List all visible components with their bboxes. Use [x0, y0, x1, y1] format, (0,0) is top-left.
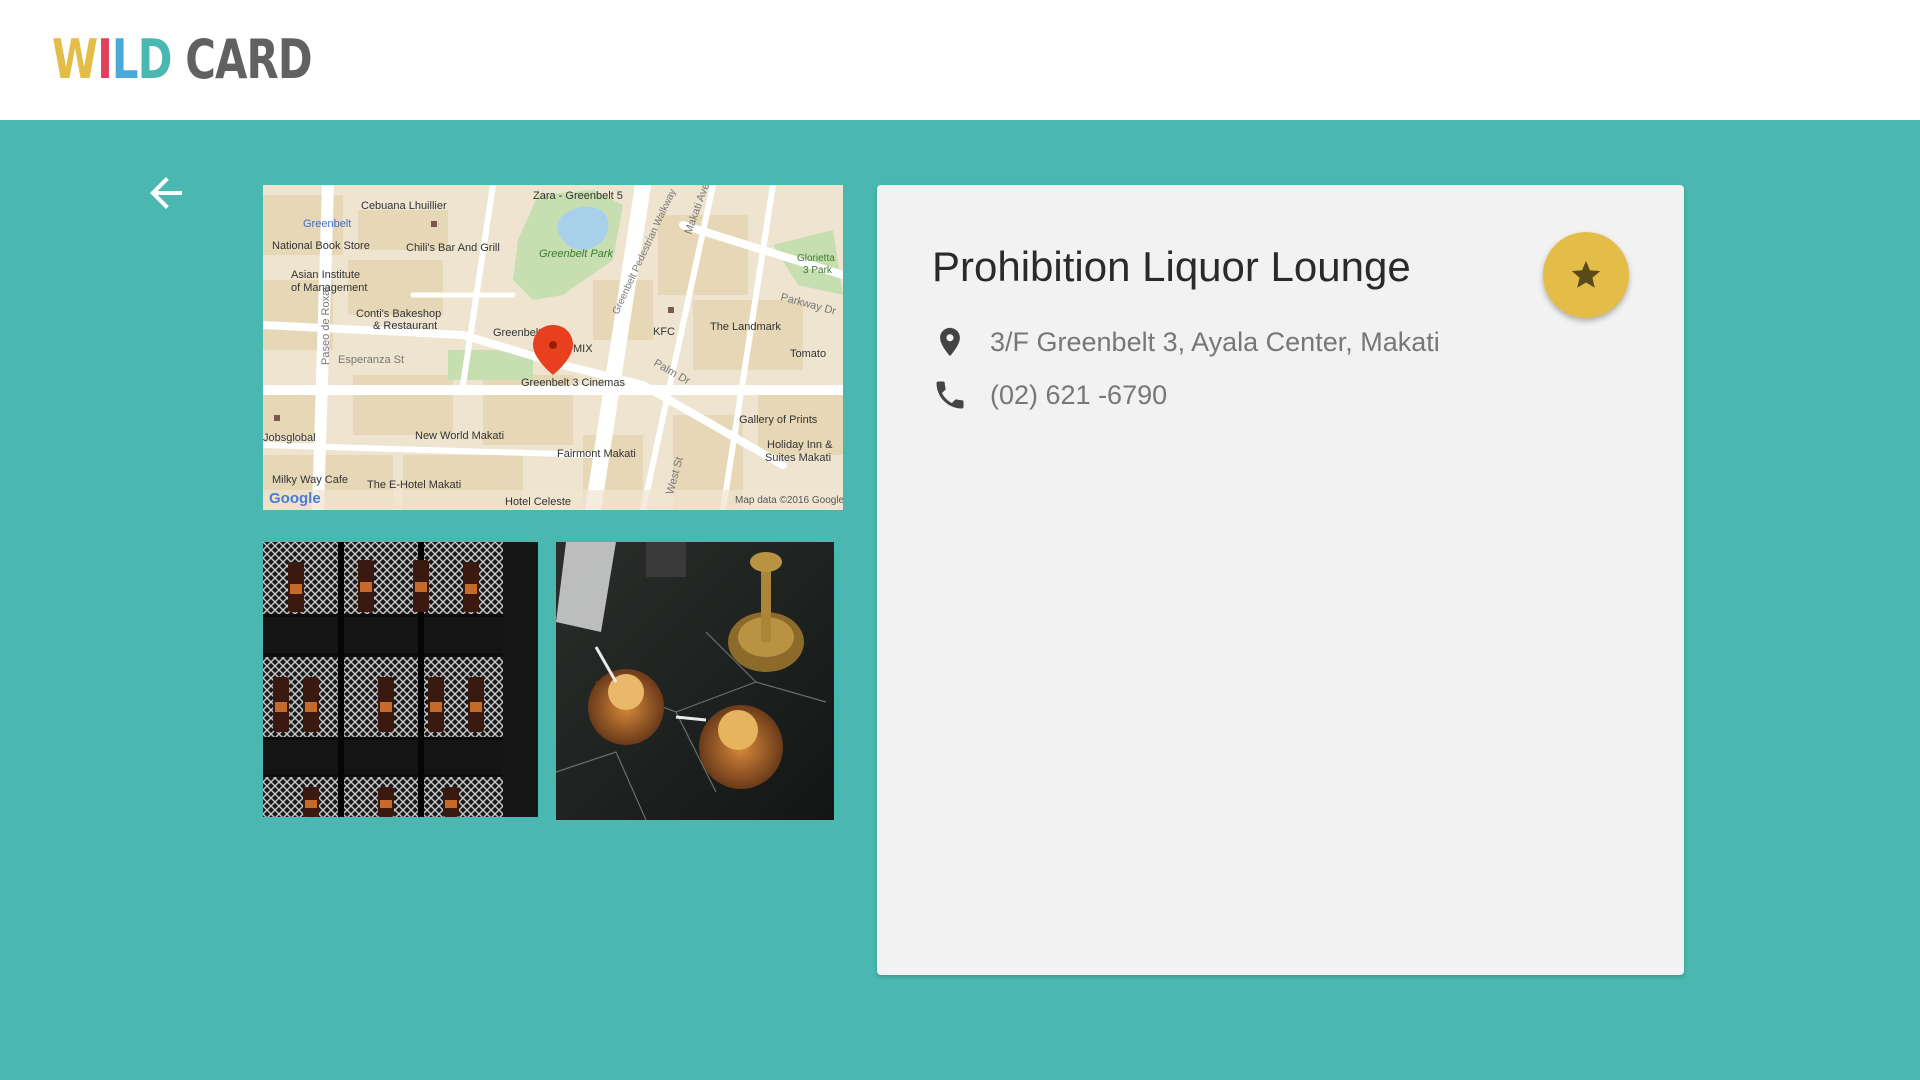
phone-row[interactable]: (02) 621 -6790 [932, 375, 1167, 415]
svg-text:Milky Way Cafe: Milky Way Cafe [272, 474, 348, 486]
map-canvas: Cebuana Lhuillier Zara - Greenbelt 5 Gre… [263, 185, 843, 510]
venue-detail-card: Prohibition Liquor Lounge 3/F Greenbelt … [877, 185, 1684, 975]
svg-text:National Book Store: National Book Store [272, 240, 370, 252]
svg-text:Conti's Bakeshop: Conti's Bakeshop [356, 308, 441, 320]
logo-letter: W [52, 28, 98, 91]
app-header: WILD CARD [0, 0, 1920, 120]
wildcard-logo[interactable]: WILD CARD [52, 24, 313, 96]
svg-text:Map data ©2016 Google: Map data ©2016 Google [735, 495, 843, 506]
svg-text:MIX: MIX [573, 343, 593, 355]
star-icon [1571, 260, 1601, 288]
location-pin-icon [932, 322, 968, 362]
svg-text:Holiday Inn &: Holiday Inn & [767, 439, 833, 451]
cocktails-image [556, 542, 834, 820]
arrow-left-icon [150, 177, 182, 209]
venue-address: 3/F Greenbelt 3, Ayala Center, Makati [990, 326, 1440, 357]
logo-letter: L [111, 28, 139, 91]
svg-text:Google: Google [269, 490, 321, 507]
logo-letter: C [185, 28, 216, 91]
svg-text:Greenbelt Park: Greenbelt Park [539, 248, 613, 260]
location-map[interactable]: Cebuana Lhuillier Zara - Greenbelt 5 Gre… [263, 185, 843, 510]
svg-text:Esperanza St: Esperanza St [338, 354, 404, 366]
svg-text:Paseo de Roxas: Paseo de Roxas [320, 284, 332, 365]
logo-letter: I [97, 28, 113, 91]
svg-text:Chili's Bar And Grill: Chili's Bar And Grill [406, 242, 500, 254]
bottles-display-photo[interactable] [263, 542, 538, 817]
svg-text:Gallery of Prints: Gallery of Prints [739, 414, 818, 426]
svg-text:Tomato: Tomato [790, 348, 826, 360]
svg-text:Suites Makati: Suites Makati [765, 452, 831, 464]
svg-text:Zara - Greenbelt 5: Zara - Greenbelt 5 [533, 190, 623, 202]
svg-text:New World Makati: New World Makati [415, 430, 504, 442]
svg-text:Glorietta: Glorietta [797, 253, 835, 264]
bottles-image [263, 542, 538, 817]
svg-text:& Restaurant: & Restaurant [373, 320, 437, 332]
phone-icon [932, 375, 968, 415]
svg-text:Hotel Celeste: Hotel Celeste [505, 496, 571, 508]
cocktails-photo[interactable] [556, 542, 834, 820]
svg-text:KFC: KFC [653, 326, 675, 338]
svg-text:The E-Hotel Makati: The E-Hotel Makati [367, 479, 461, 491]
venue-phone[interactable]: (02) 621 -6790 [990, 380, 1167, 411]
venue-name: Prohibition Liquor Lounge [932, 243, 1411, 290]
logo-letter: D [277, 28, 313, 91]
logo-letter [172, 24, 186, 96]
back-button[interactable] [136, 165, 196, 221]
svg-text:The Landmark: The Landmark [710, 321, 781, 333]
svg-text:3 Park: 3 Park [803, 265, 833, 276]
svg-text:Jobsglobal: Jobsglobal [263, 432, 316, 444]
svg-text:Cebuana Lhuillier: Cebuana Lhuillier [361, 200, 447, 212]
svg-text:Asian Institute: Asian Institute [291, 269, 360, 281]
svg-text:Greenbelt: Greenbelt [493, 327, 541, 339]
svg-text:Greenbelt 3 Cinemas: Greenbelt 3 Cinemas [521, 377, 625, 389]
logo-letter: D [137, 28, 173, 91]
logo-letter: R [246, 28, 278, 91]
logo-letter: A [215, 28, 247, 91]
address-row: 3/F Greenbelt 3, Ayala Center, Makati [932, 322, 1440, 362]
favorite-button[interactable] [1543, 232, 1629, 318]
svg-text:Fairmont Makati: Fairmont Makati [557, 448, 636, 460]
svg-text:Greenbelt: Greenbelt [303, 218, 351, 230]
